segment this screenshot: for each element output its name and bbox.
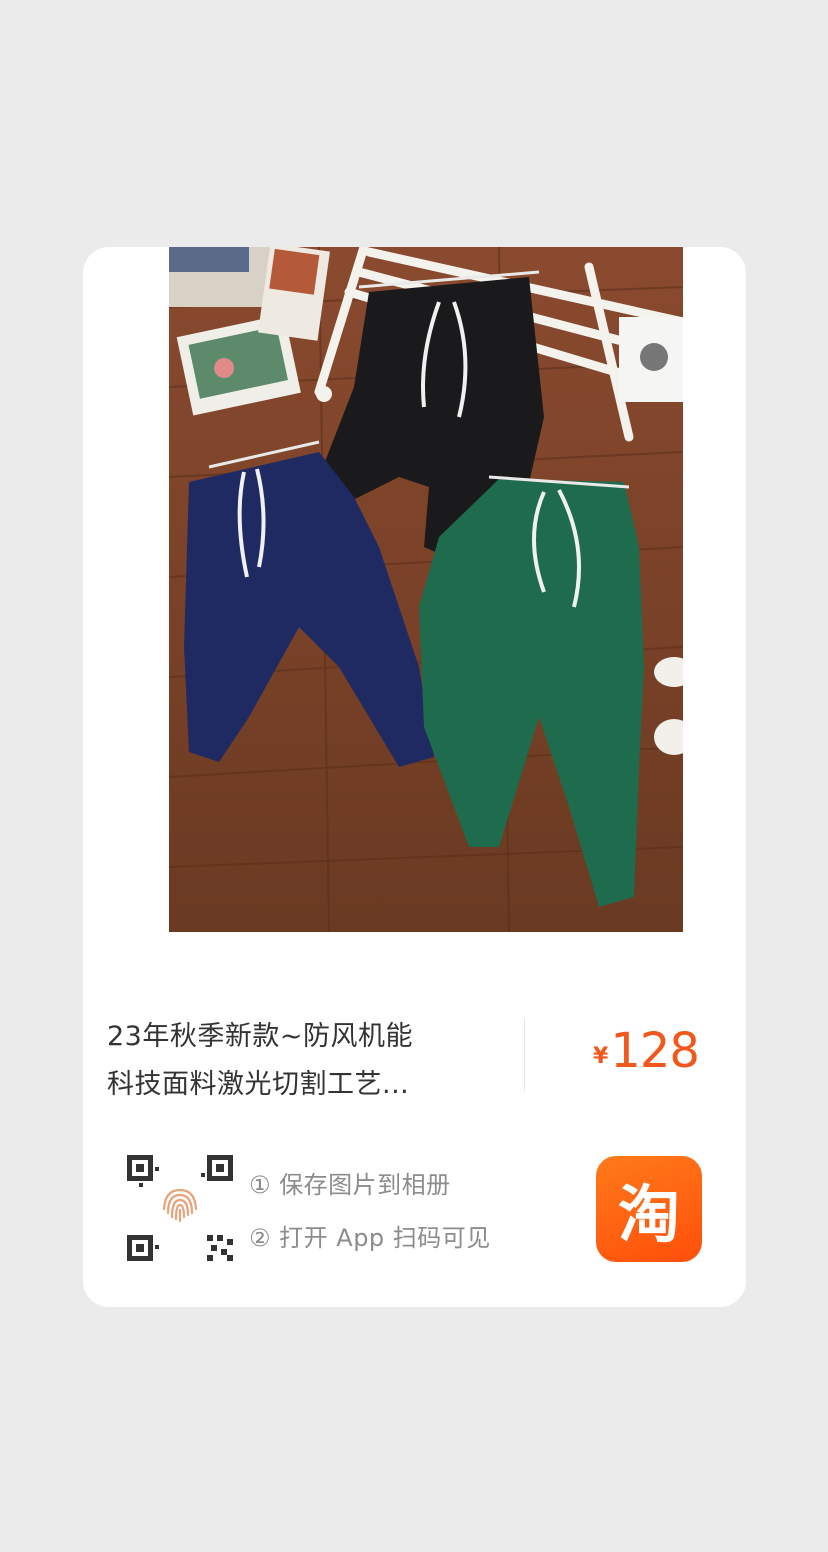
share-card: 23年秋季新款~防风机能 科技面料激光切割工艺... ¥128 ① 保存图片到相… xyxy=(83,247,746,1307)
instruction-step-1: ① 保存图片到相册 xyxy=(249,1171,451,1199)
divider xyxy=(524,1019,525,1091)
instruction-step-2: ② 打开 App 扫码可见 xyxy=(249,1224,491,1252)
fingerprint-icon xyxy=(162,1188,198,1223)
qr-code-icon xyxy=(127,1155,233,1261)
product-title: 23年秋季新款~防风机能 科技面料激光切割工艺... xyxy=(107,1021,413,1100)
product-image xyxy=(169,247,683,932)
currency-symbol: ¥ xyxy=(593,1044,609,1069)
product-price: ¥128 xyxy=(593,1023,700,1079)
taobao-logo: 淘 xyxy=(596,1156,702,1262)
price-amount: 128 xyxy=(610,1023,700,1079)
scan-instructions: ① 保存图片到相册 ② 打开 App 扫码可见 xyxy=(249,1159,491,1265)
